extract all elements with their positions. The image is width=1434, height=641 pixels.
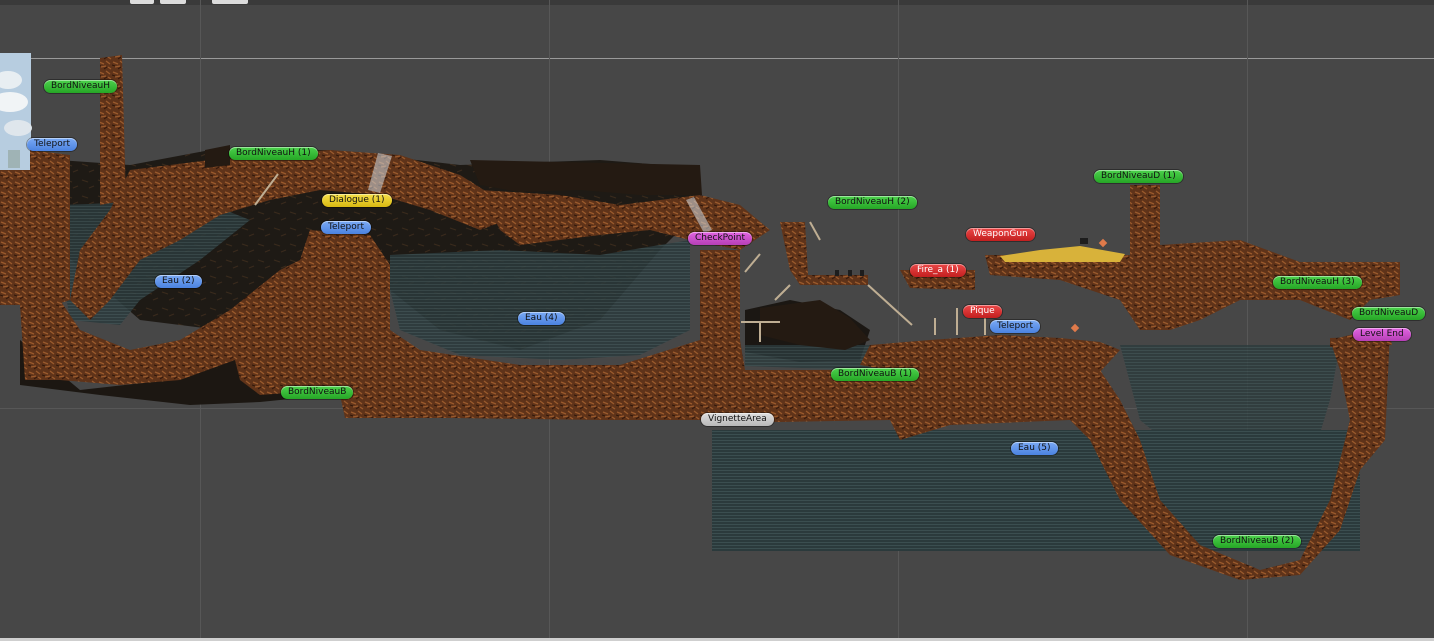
bord-niveau-h-1-label[interactable]: BordNiveauH (1)	[229, 147, 318, 160]
eau-5-label[interactable]: Eau (5)	[1011, 442, 1058, 455]
bord-niveau-d-label[interactable]: BordNiveauD	[1352, 307, 1426, 320]
bord-niveau-b-1-label[interactable]: BordNiveauB (1)	[831, 368, 920, 381]
eau-2-label[interactable]: Eau (2)	[155, 275, 202, 288]
checkpoint-label[interactable]: CheckPoint	[688, 232, 753, 245]
player-sprite[interactable]	[8, 150, 20, 168]
treasure-pile	[1000, 246, 1125, 262]
vignette-area-label[interactable]: VignetteArea	[701, 413, 774, 426]
teleport-label[interactable]: Teleport	[27, 138, 77, 151]
teleport-label[interactable]: Teleport	[990, 320, 1040, 333]
bord-niveau-h-2-label[interactable]: BordNiveauH (2)	[828, 196, 917, 209]
bord-niveau-h-3-label[interactable]: BordNiveauH (3)	[1273, 276, 1362, 289]
level-end-label[interactable]: Level End	[1353, 328, 1411, 341]
bord-niveau-h-label[interactable]: BordNiveauH	[44, 80, 118, 93]
weapon-gun-label[interactable]: WeaponGun	[966, 228, 1035, 241]
dialogue-1-label[interactable]: Dialogue (1)	[322, 194, 392, 207]
bord-niveau-b-2-label[interactable]: BordNiveauB (2)	[1213, 535, 1302, 548]
bord-niveau-d-1-label[interactable]: BordNiveauD (1)	[1094, 170, 1183, 183]
eau-4-label[interactable]: Eau (4)	[518, 312, 565, 325]
bord-niveau-b-label[interactable]: BordNiveauB	[281, 386, 354, 399]
pique-label[interactable]: Pique	[963, 305, 1002, 318]
teleport-label[interactable]: Teleport	[321, 221, 371, 234]
fire-a-1-label[interactable]: Fire_a (1)	[910, 264, 966, 277]
